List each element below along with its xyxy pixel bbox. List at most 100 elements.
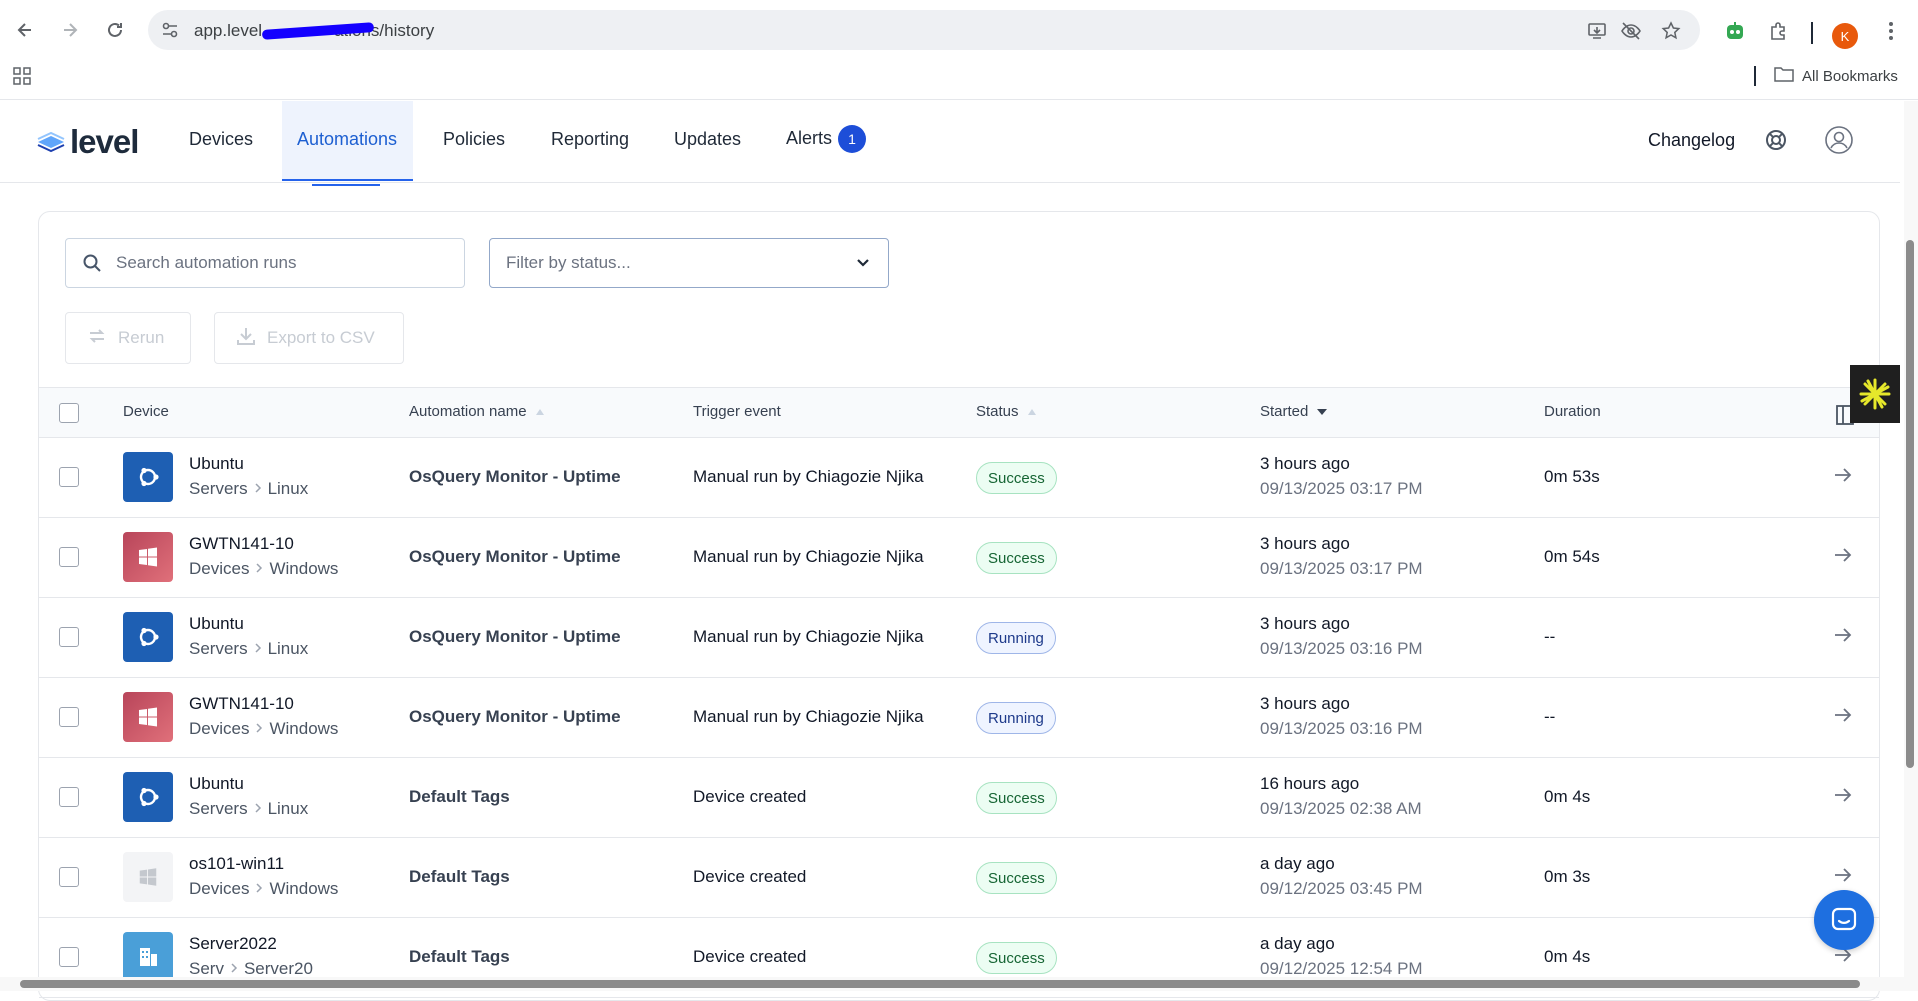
install-app-icon[interactable] — [1584, 18, 1610, 44]
changelog-link[interactable]: Changelog — [1648, 130, 1735, 151]
forward-icon[interactable] — [56, 16, 84, 44]
chat-support-icon[interactable] — [1814, 890, 1874, 950]
row-checkbox[interactable] — [59, 707, 79, 727]
duration: 0m 53s — [1544, 467, 1600, 486]
table-row[interactable]: GWTN141-10 Devices Windows OsQuery Monitor … — [39, 678, 1879, 758]
automation-name[interactable]: OsQuery Monitor - Uptime — [409, 467, 621, 487]
extensions-puzzle-icon[interactable] — [1766, 18, 1792, 44]
started-relative: 16 hours ago — [1260, 774, 1360, 793]
windows-os-icon — [123, 532, 173, 582]
status-filter-select[interactable]: Filter by status... — [489, 238, 889, 288]
row-checkbox[interactable] — [59, 467, 79, 487]
automation-name[interactable]: Default Tags — [409, 787, 510, 807]
device-name[interactable]: GWTN141-10 — [189, 534, 294, 554]
started-relative: 3 hours ago — [1260, 694, 1350, 713]
device-group: Devices — [189, 719, 250, 738]
table-row[interactable]: os101-win11 Devices Windows Default Tags Dev… — [39, 838, 1879, 918]
table-row[interactable]: Ubuntu Servers Linux OsQuery Monitor - Upti… — [39, 598, 1879, 678]
column-duration[interactable]: Duration — [1544, 403, 1601, 420]
arrow-right-icon[interactable] — [1833, 707, 1853, 728]
row-checkbox[interactable] — [59, 787, 79, 807]
device-name[interactable]: Ubuntu — [189, 614, 244, 634]
linux-os-icon — [123, 452, 173, 502]
status-badge: Success — [976, 862, 1057, 894]
export-csv-button[interactable]: Export to CSV — [214, 312, 404, 364]
nav-devices[interactable]: Devices — [189, 129, 253, 150]
device-name[interactable]: GWTN141-10 — [189, 694, 294, 714]
search-input[interactable] — [116, 249, 446, 277]
table-row[interactable]: Ubuntu Servers Linux Default Tags Device cre… — [39, 758, 1879, 838]
column-device[interactable]: Device — [123, 403, 169, 420]
apps-grid-icon[interactable] — [12, 66, 34, 88]
extension-robot-icon[interactable] — [1722, 18, 1748, 44]
table-row[interactable]: GWTN141-10 Devices Windows OsQuery Monitor … — [39, 518, 1879, 598]
table-row[interactable]: Ubuntu Servers Linux OsQuery Monitor - Upti… — [39, 438, 1879, 518]
automation-name[interactable]: Default Tags — [409, 947, 510, 967]
nav-alerts[interactable]: Alerts 1 — [786, 125, 867, 153]
all-bookmarks[interactable]: All Bookmarks — [1774, 66, 1898, 86]
bookmark-star-icon[interactable] — [1658, 18, 1684, 44]
reload-icon[interactable] — [101, 16, 129, 44]
chevron-right-icon — [254, 479, 262, 499]
row-checkbox[interactable] — [59, 867, 79, 887]
arrow-right-icon[interactable] — [1833, 867, 1853, 888]
level-logo[interactable]: level — [36, 123, 139, 161]
nav-reporting[interactable]: Reporting — [551, 129, 629, 150]
column-started[interactable]: Started — [1260, 403, 1328, 420]
row-checkbox[interactable] — [59, 627, 79, 647]
device-name[interactable]: os101-win11 — [189, 854, 284, 874]
vertical-scrollbar-thumb[interactable] — [1906, 240, 1914, 768]
help-lifebuoy-icon[interactable] — [1759, 123, 1793, 157]
device-name[interactable]: Server2022 — [189, 934, 277, 954]
trigger-event: Device created — [693, 867, 807, 886]
arrow-right-icon[interactable] — [1833, 467, 1853, 488]
nav-policies[interactable]: Policies — [443, 129, 505, 150]
status-badge: Running — [976, 622, 1056, 654]
row-checkbox[interactable] — [59, 547, 79, 567]
device-path: Devices Windows — [189, 719, 338, 739]
asterisk-widget-icon[interactable] — [1850, 365, 1900, 423]
column-trigger-event[interactable]: Trigger event — [693, 403, 781, 420]
column-automation-name[interactable]: Automation name — [409, 403, 545, 420]
nav-automations[interactable]: Automations — [297, 129, 397, 150]
rerun-button[interactable]: Rerun — [65, 312, 191, 364]
address-bar[interactable]: app.level ations/history — [148, 10, 1700, 50]
started-timestamp: 09/13/2025 03:17 PM — [1260, 479, 1423, 498]
device-path: Servers Linux — [189, 639, 308, 659]
device-path: Servers Linux — [189, 799, 308, 819]
nav-updates[interactable]: Updates — [674, 129, 741, 150]
started-timestamp: 09/13/2025 03:17 PM — [1260, 559, 1423, 578]
duration: 0m 4s — [1544, 787, 1591, 806]
device-name[interactable]: Ubuntu — [189, 454, 244, 474]
horizontal-scrollbar-thumb[interactable] — [20, 980, 1860, 988]
trigger-event: Manual run by Chiagozie Njika — [693, 467, 924, 486]
profile-avatar[interactable]: K — [1832, 23, 1858, 49]
duration: -- — [1544, 707, 1556, 726]
automation-name[interactable]: Default Tags — [409, 867, 510, 887]
eye-off-icon[interactable] — [1618, 18, 1644, 44]
device-os: Linux — [267, 799, 309, 818]
started-relative: 3 hours ago — [1260, 614, 1350, 633]
select-all-checkbox[interactable] — [59, 403, 79, 423]
site-info-icon[interactable] — [158, 18, 182, 42]
trigger-event: Device created — [693, 947, 807, 966]
automation-name[interactable]: OsQuery Monitor - Uptime — [409, 547, 621, 567]
arrow-right-icon[interactable] — [1833, 947, 1853, 968]
device-path: Devices Windows — [189, 879, 338, 899]
automation-name[interactable]: OsQuery Monitor - Uptime — [409, 627, 621, 647]
device-name[interactable]: Ubuntu — [189, 774, 244, 794]
more-vert-icon[interactable] — [1878, 18, 1904, 44]
search-box[interactable] — [65, 238, 465, 288]
duration: 0m 4s — [1544, 947, 1591, 966]
status-badge: Success — [976, 542, 1057, 574]
column-status[interactable]: Status — [976, 403, 1037, 420]
arrow-right-icon[interactable] — [1833, 547, 1853, 568]
back-icon[interactable] — [11, 16, 39, 44]
user-account-icon[interactable] — [1822, 123, 1856, 157]
started-timestamp: 09/13/2025 02:38 AM — [1260, 799, 1422, 818]
server-os-icon — [123, 932, 173, 982]
row-checkbox[interactable] — [59, 947, 79, 967]
arrow-right-icon[interactable] — [1833, 627, 1853, 648]
arrow-right-icon[interactable] — [1833, 787, 1853, 808]
automation-name[interactable]: OsQuery Monitor - Uptime — [409, 707, 621, 727]
